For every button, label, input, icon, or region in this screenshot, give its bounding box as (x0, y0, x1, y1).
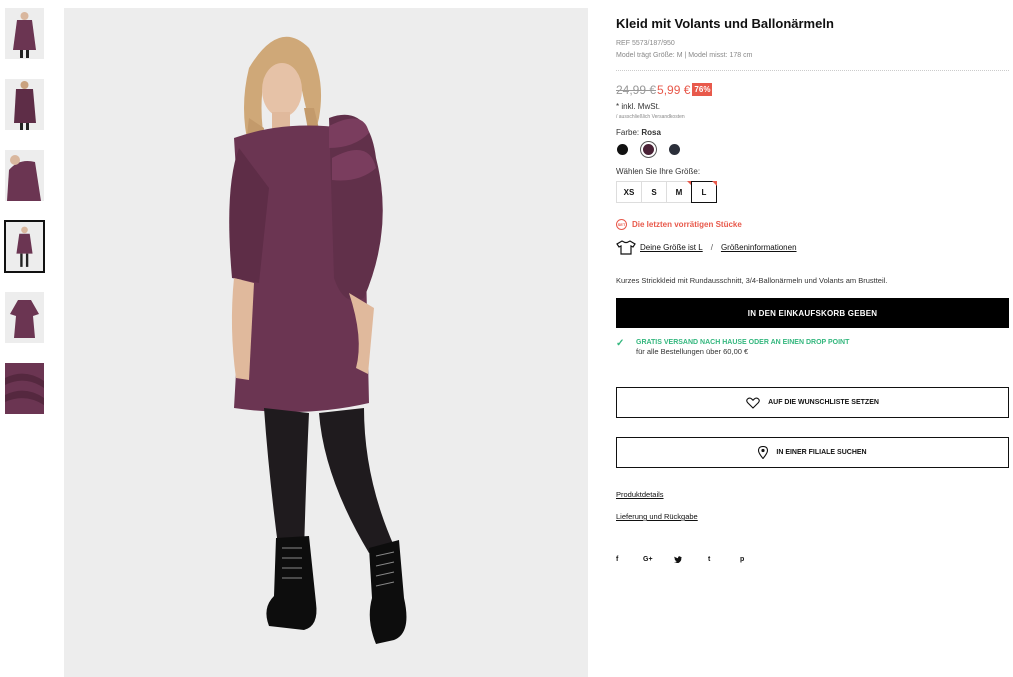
low-stock-marker (712, 181, 717, 186)
shipping-cost-note: / ausschließlich Versandkosten (616, 114, 685, 120)
tshirt-icon (616, 240, 636, 255)
size-info-link[interactable]: Größeninformationen (721, 243, 797, 252)
thumbnail-1[interactable] (5, 8, 44, 59)
thumbnail-5[interactable] (5, 292, 44, 343)
color-label: Farbe: Rosa (616, 128, 661, 137)
swatch-navy[interactable] (669, 144, 680, 155)
old-price: 24,99 € (616, 82, 657, 97)
color-label-text: Farbe: (616, 128, 640, 137)
size-s-label: S (651, 187, 657, 197)
add-to-cart-button[interactable]: IN DEN EINKAUFSKORB GEBEN (616, 298, 1009, 328)
product-ref: REF 5573/187/950 (616, 40, 675, 47)
size-label: Wählen Sie Ihre Größe: (616, 167, 701, 176)
thumbnail-3[interactable] (5, 150, 44, 201)
sale-price: 5,99 € (657, 82, 691, 97)
model-photo (64, 8, 588, 677)
location-pin-icon (758, 446, 769, 459)
price-row: 24,99 € 5,99 € 76% (616, 81, 713, 98)
size-xs-label: XS (623, 187, 635, 197)
size-l-label: L (701, 187, 707, 197)
product-description: Kurzes Strickkleid mit Rundausschnitt, 3… (616, 276, 888, 285)
low-stock-text: Die letzten vorrätigen Stücke (632, 220, 742, 229)
size-s[interactable]: S (641, 181, 667, 203)
swatch-black[interactable] (617, 144, 628, 155)
low-stock-notice: SET Die letzten vorrätigen Stücke (616, 219, 742, 230)
size-m[interactable]: M (666, 181, 692, 203)
twitter-icon[interactable] (674, 556, 682, 565)
free-shipping-notice: ✓ GRATIS VERSAND NACH HAUSE ODER AN EINE… (616, 338, 850, 357)
delivery-returns-link[interactable]: Lieferung und Rückgabe (616, 512, 698, 521)
wishlist-button[interactable]: AUF DIE WUNSCHLISTE SETZEN (616, 387, 1009, 418)
model-info: Model trägt Größe: M | Model misst: 178 … (616, 52, 753, 59)
product-details-link[interactable]: Produktdetails (616, 490, 664, 499)
your-size-link[interactable]: Deine Größe ist L (640, 243, 703, 252)
divider (616, 70, 1009, 71)
free-shipping-title: GRATIS VERSAND NACH HAUSE ODER AN EINEN … (636, 339, 850, 346)
google-plus-icon[interactable]: G+ (643, 556, 653, 563)
thumbnail-6[interactable] (5, 363, 44, 414)
vat-note: * inkl. MwSt. (616, 102, 661, 111)
pinterest-icon[interactable]: p (740, 556, 744, 563)
product-title: Kleid mit Volants und Ballonärmeln (616, 16, 834, 31)
discount-badge: 76% (692, 83, 713, 96)
tumblr-icon[interactable]: t (708, 556, 710, 563)
size-m-label: M (675, 187, 683, 197)
thumbnail-4[interactable] (4, 220, 45, 273)
thumbnail-2[interactable] (5, 79, 44, 130)
size-selector: XS S M L (616, 181, 717, 203)
wishlist-label: AUF DIE WUNSCHLISTE SETZEN (768, 399, 879, 406)
check-icon: ✓ (616, 338, 625, 349)
swatch-rosa[interactable] (643, 144, 654, 155)
size-info-row: Deine Größe ist L / Größeninformationen (616, 240, 797, 255)
size-xs[interactable]: XS (616, 181, 642, 203)
product-main-image (64, 8, 588, 677)
store-label: IN EINER FILIALE SUCHEN (776, 449, 867, 456)
stock-icon: SET (616, 219, 627, 230)
color-value: Rosa (641, 128, 661, 137)
free-shipping-sub: für alle Bestellungen über 60,00 € (636, 347, 749, 356)
separator: / (710, 243, 713, 252)
heart-icon (746, 397, 760, 409)
size-l[interactable]: L (691, 181, 717, 203)
facebook-icon[interactable]: f (616, 556, 618, 563)
find-in-store-button[interactable]: IN EINER FILIALE SUCHEN (616, 437, 1009, 468)
